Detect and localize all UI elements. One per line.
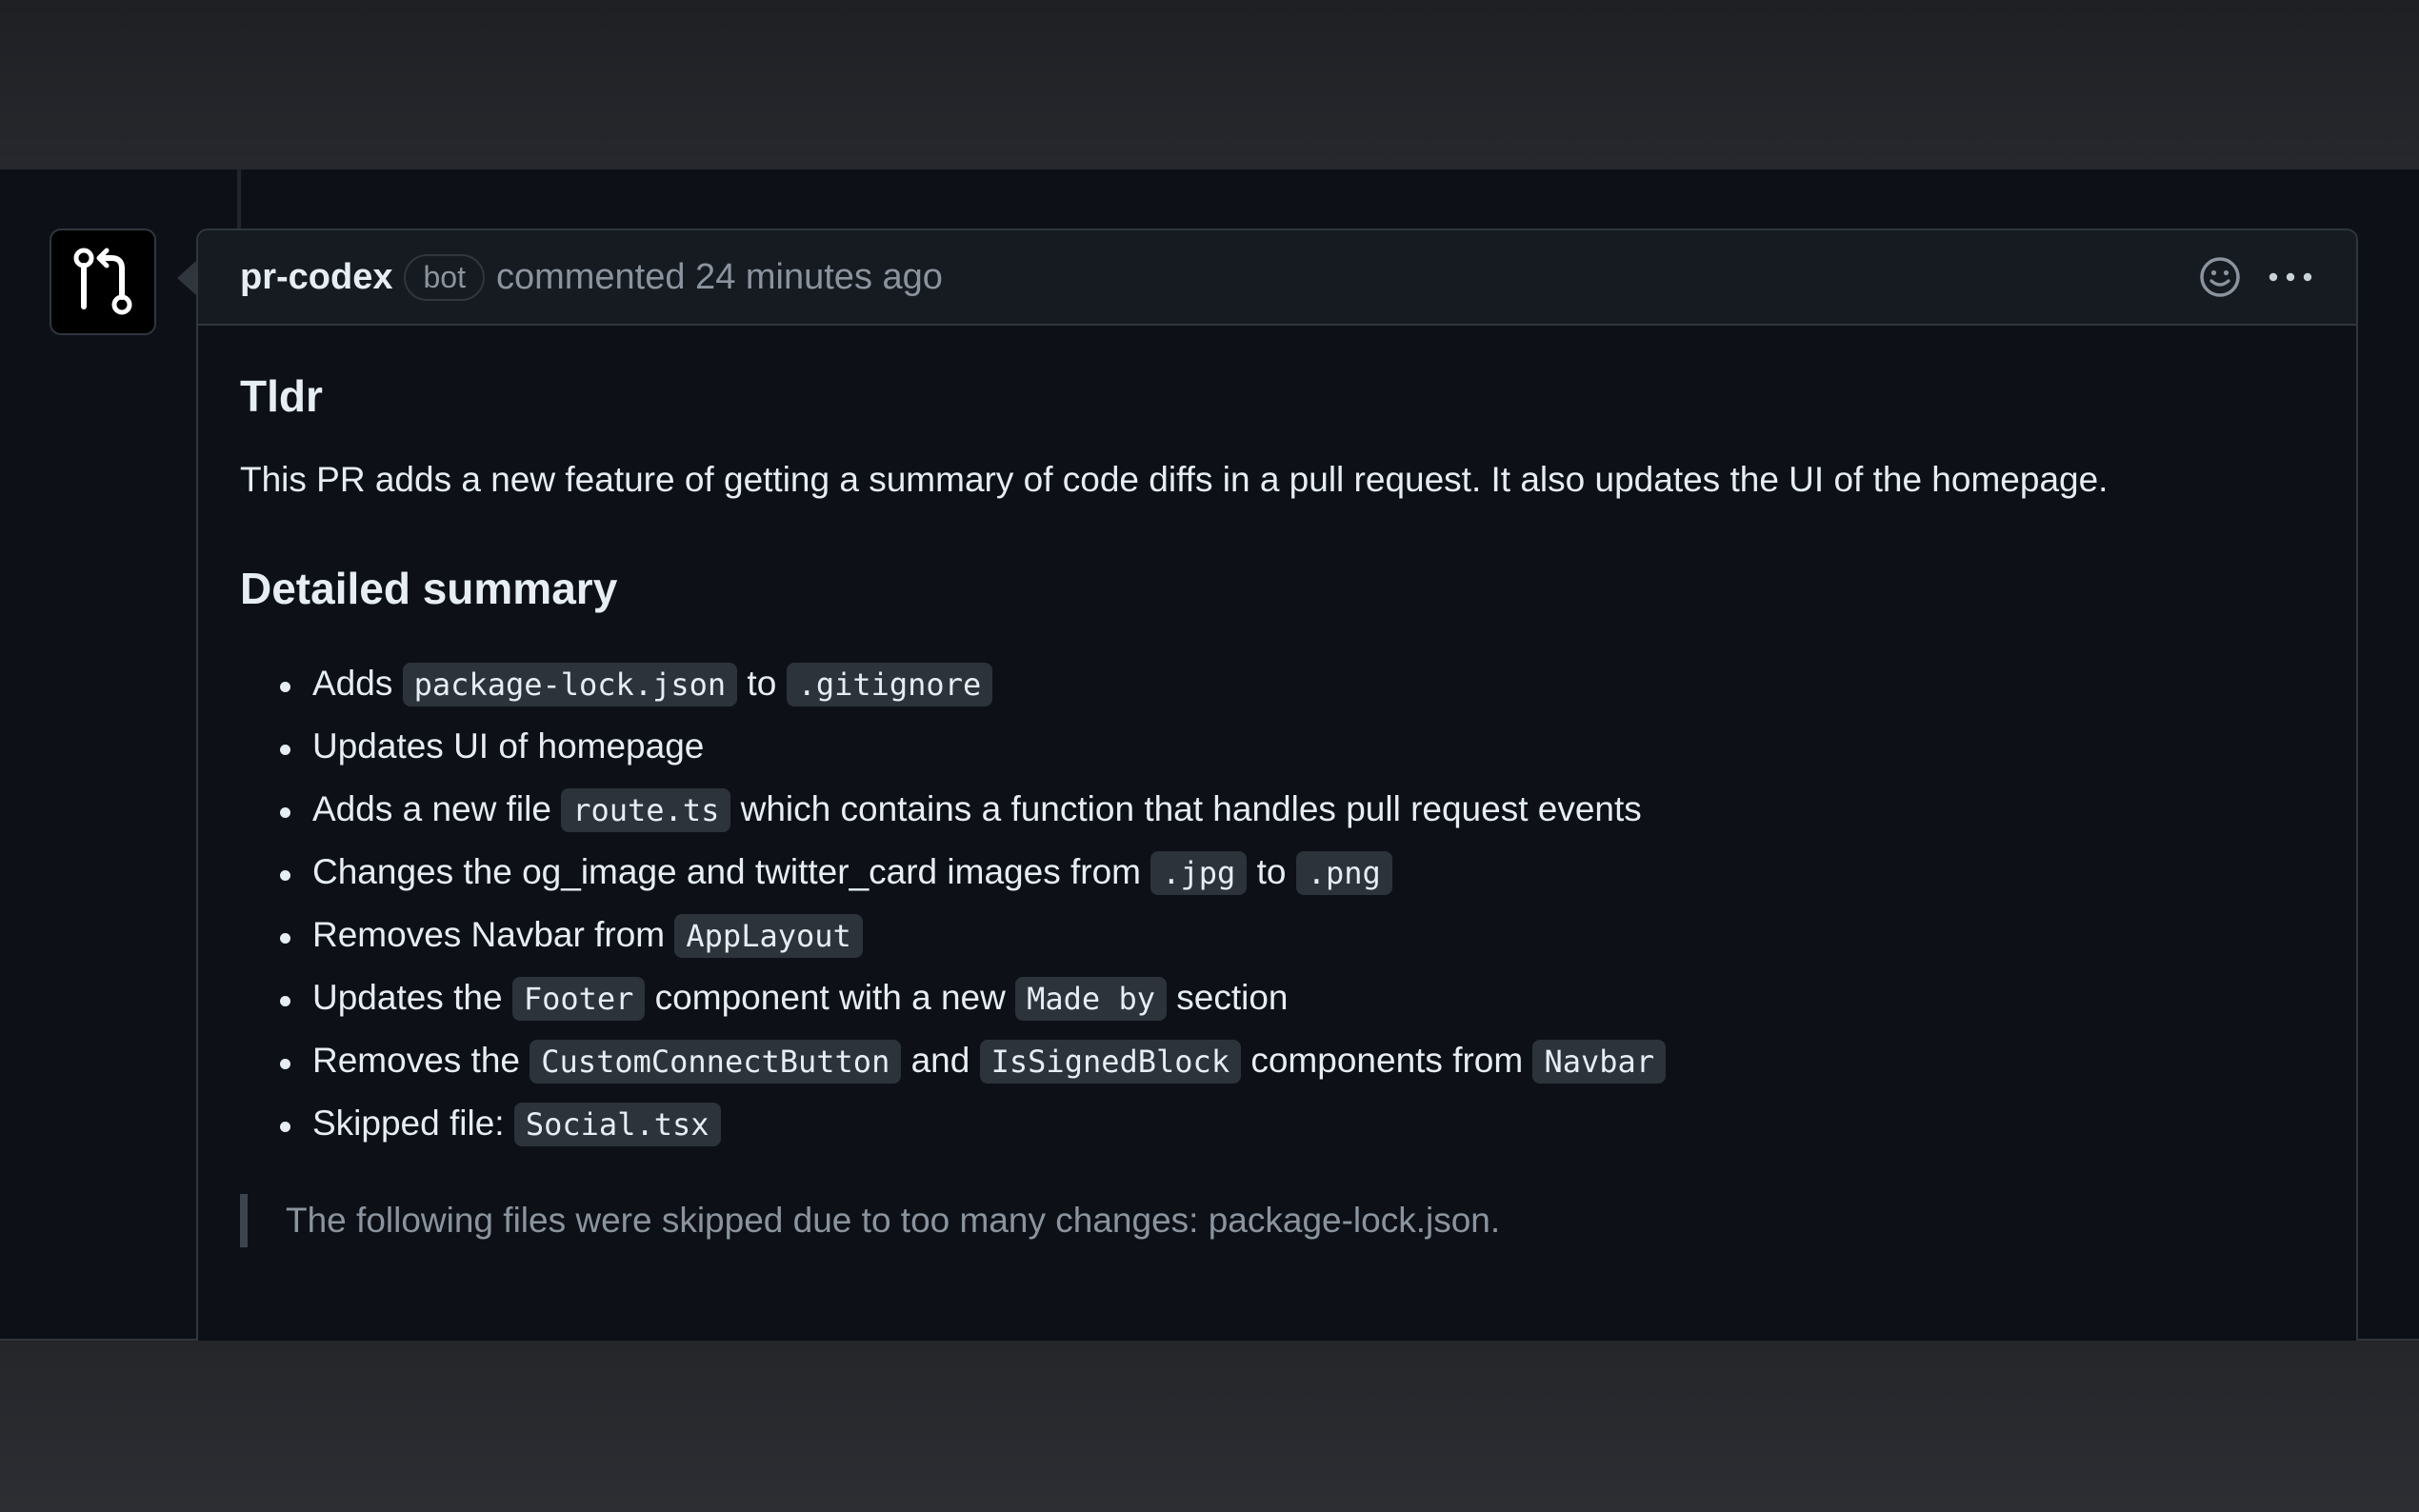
backdrop-bottom: [0, 1341, 2419, 1512]
bot-badge: bot: [404, 253, 485, 301]
timeline-panel: pr-codex bot commented 24 minutes ago Tl…: [0, 169, 2419, 1480]
code-made-by: Made by: [1015, 977, 1167, 1021]
detailed-summary-heading: Detailed summary: [240, 564, 618, 613]
summary-text: This PR adds a new feature of getting a …: [240, 460, 2109, 499]
git-pull-request-icon: [73, 248, 132, 315]
list-item: Updates UI of homepage: [280, 722, 2314, 785]
list-item: Removes Navbar from AppLayout: [280, 910, 2314, 973]
comment-timestamp[interactable]: commented 24 minutes ago: [496, 257, 943, 298]
author-link[interactable]: pr-codex: [240, 257, 392, 298]
smiley-icon[interactable]: [2198, 255, 2242, 299]
list-item: Removes the CustomConnectButton and IsSi…: [280, 1036, 2314, 1099]
code-png: .png: [1295, 851, 1392, 895]
code-customconnectbutton: CustomConnectButton: [530, 1040, 902, 1084]
kebab-menu-icon[interactable]: [2267, 270, 2314, 284]
code-gitignore: .gitignore: [786, 663, 993, 706]
comment-header: pr-codex bot commented 24 minutes ago: [198, 230, 2356, 326]
list-item: Updates the Footer component with a new …: [280, 973, 2314, 1036]
comment-actions: [2198, 255, 2314, 299]
code-navbar: Navbar: [1532, 1040, 1667, 1084]
backdrop-top: [0, 0, 2419, 169]
list-item: Adds package-lock.json to .gitignore: [280, 659, 2314, 722]
code-footer: Footer: [511, 977, 646, 1021]
code-applayout: AppLayout: [674, 914, 863, 958]
list-item: Adds a new file route.ts which contains …: [280, 785, 2314, 847]
code-issignedblock: IsSignedBlock: [979, 1040, 1242, 1084]
comment-box: pr-codex bot commented 24 minutes ago Tl…: [196, 229, 2358, 1480]
list-item: Skipped file: Social.tsx: [280, 1099, 2314, 1162]
code-package-lock-json: package-lock.json: [402, 663, 738, 706]
tldr-heading: Tldr: [240, 371, 323, 421]
list-item: Changes the og_image and twitter_card im…: [280, 847, 2314, 910]
code-route-ts: route.ts: [561, 788, 731, 832]
avatar[interactable]: [50, 229, 156, 335]
summary-list: Adds package-lock.json to .gitignore Upd…: [240, 659, 2314, 1162]
code-social-tsx: Social.tsx: [513, 1103, 721, 1146]
skipped-files-note: The following files were skipped due to …: [240, 1194, 2314, 1247]
comment-body: Tldr This PR adds a new feature of getti…: [198, 326, 2356, 1247]
code-jpg: .jpg: [1150, 851, 1248, 895]
comment-pointer: [177, 261, 196, 295]
